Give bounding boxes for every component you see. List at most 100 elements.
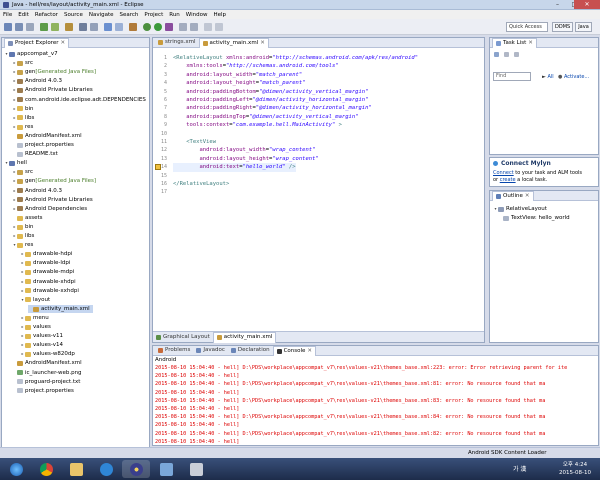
connect-link[interactable]: Connect: [493, 170, 514, 176]
menu-search[interactable]: Search: [120, 12, 139, 18]
open-task-icon[interactable]: [115, 23, 123, 31]
taskbar-app[interactable]: [182, 460, 210, 478]
tree-item[interactable]: ▸ Android Dependencies: [12, 205, 87, 214]
tree-item[interactable]: ▸ drawable-mdpi: [20, 268, 74, 277]
close-icon[interactable]: ✕: [528, 39, 533, 48]
console-output[interactable]: 2015-08-10 15:04:40 - hell] D:\PDS\workp…: [153, 364, 598, 445]
next-annotation-icon[interactable]: [179, 23, 187, 31]
menu-run[interactable]: Run: [169, 12, 180, 18]
tab-activity-main-xml[interactable]: activity_main.xml ✕: [198, 37, 269, 48]
tree-item[interactable]: ▸ drawable-xxhdpi: [20, 287, 78, 296]
menu-navigate[interactable]: Navigate: [89, 12, 114, 18]
close-icon[interactable]: ✕: [60, 39, 65, 48]
tree-item[interactable]: ▸ libs: [12, 232, 34, 241]
menu-project[interactable]: Project: [144, 12, 163, 18]
tree-item[interactable]: ▸ libs: [12, 114, 34, 123]
window-titlebar[interactable]: Java - hell/res/layout/activity_main.xml…: [0, 0, 600, 10]
search-icon[interactable]: [129, 23, 137, 31]
tree-item[interactable]: project.properties: [12, 141, 74, 150]
tree-item[interactable]: ▸ gen [Generated Java Files]: [12, 68, 96, 77]
tree-item[interactable]: project.properties: [12, 387, 74, 396]
tree-item[interactable]: ▸ src: [12, 59, 33, 68]
tab-project-explorer[interactable]: Project Explorer ✕: [4, 37, 70, 48]
categorize-icon[interactable]: [504, 52, 509, 57]
new-android-project-icon[interactable]: [79, 23, 87, 31]
tree-item[interactable]: ▸ src: [12, 168, 33, 177]
avd-manager-icon[interactable]: [51, 23, 59, 31]
back-icon[interactable]: [204, 23, 212, 31]
tree-item[interactable]: ▸ bin: [12, 105, 33, 114]
close-icon[interactable]: ✕: [525, 192, 530, 201]
tree-item[interactable]: ▸ values: [20, 323, 50, 332]
tree-item[interactable]: ▸ Android 4.0.3: [12, 77, 62, 86]
menu-help[interactable]: Help: [213, 12, 226, 18]
tree-item[interactable]: ic_launcher-web.png: [12, 369, 82, 378]
tree-item[interactable]: assets: [12, 214, 43, 223]
tree-item[interactable]: ▸ bin: [12, 223, 33, 232]
tab-xml-source[interactable]: activity_main.xml: [212, 331, 277, 343]
tree-item[interactable]: proguard-project.txt: [12, 378, 80, 387]
create-link[interactable]: create: [500, 177, 516, 183]
save-icon[interactable]: [15, 23, 23, 31]
tree-item[interactable]: ▸ values-v11: [20, 332, 63, 341]
menu-window[interactable]: Window: [186, 12, 208, 18]
tree-item[interactable]: AndroidManifest.xml: [12, 359, 82, 368]
tree-item[interactable]: ▸ values-v14: [20, 341, 63, 350]
tree-item[interactable]: README.txt: [12, 150, 58, 159]
taskbar-chrome[interactable]: [32, 460, 60, 478]
tab-problems[interactable]: Problems: [155, 346, 193, 356]
lint-icon[interactable]: [65, 23, 73, 31]
tab-declaration[interactable]: Declaration: [228, 346, 273, 356]
close-button[interactable]: ✕: [574, 0, 600, 9]
debug-icon[interactable]: [143, 23, 151, 31]
tree-item[interactable]: ▸ com.android.ide.eclipse.adt.DEPENDENCIE…: [12, 96, 145, 105]
taskbar-download[interactable]: [152, 460, 180, 478]
taskbar-clock[interactable]: 오후 4:24 2015-08-10: [555, 461, 595, 477]
tree-item[interactable]: activity_main.xml: [28, 304, 93, 314]
tree-item[interactable]: ▸ Android Private Libraries: [12, 86, 92, 95]
filter-all-link[interactable]: ► All: [542, 74, 554, 80]
quick-access-field[interactable]: Quick Access: [506, 22, 548, 32]
new-icon[interactable]: [4, 23, 12, 31]
minimize-button[interactable]: –: [549, 0, 566, 9]
tree-item[interactable]: ▸ gen [Generated Java Files]: [12, 177, 96, 186]
activate-task-link[interactable]: ● Activate...: [558, 74, 589, 80]
tree-item[interactable]: ▾ appcompat_v7: [4, 50, 57, 59]
tree-item[interactable]: ▸ values-w820dp: [20, 350, 74, 359]
external-tools-icon[interactable]: [165, 23, 173, 31]
tree-item[interactable]: ▸ drawable-hdpi: [20, 250, 72, 259]
menu-source[interactable]: Source: [64, 12, 83, 18]
tab-javadoc[interactable]: Javadoc: [193, 346, 228, 356]
close-icon[interactable]: ✕: [260, 39, 265, 48]
tree-item[interactable]: ▸ menu: [20, 314, 48, 323]
tree-item[interactable]: ▾ layout: [20, 296, 50, 305]
code-area[interactable]: 1 <RelativeLayout xmlns:android="http://s…: [153, 48, 484, 330]
perspective-java[interactable]: Java: [575, 22, 592, 32]
menu-edit[interactable]: Edit: [18, 12, 29, 18]
previous-annotation-icon[interactable]: [190, 23, 198, 31]
tree-item[interactable]: ▸ drawable-ldpi: [20, 259, 70, 268]
taskbar-eclipse[interactable]: [122, 460, 150, 478]
close-icon[interactable]: ✕: [307, 347, 312, 356]
taskbar-ie[interactable]: [92, 460, 120, 478]
android-sdk-icon[interactable]: [40, 23, 48, 31]
open-type-icon[interactable]: [104, 23, 112, 31]
perspective-ddms[interactable]: DDMS: [552, 22, 574, 32]
menu-file[interactable]: File: [3, 12, 12, 18]
new-task-icon[interactable]: [494, 52, 499, 57]
start-button[interactable]: [2, 460, 30, 478]
tree-item[interactable]: ▸ Android 4.0.3: [12, 187, 62, 196]
tab-outline[interactable]: Outline ✕: [492, 190, 534, 201]
tab-console[interactable]: Console ✕: [272, 345, 317, 356]
tab-strings-xml[interactable]: strings.xml: [155, 38, 199, 48]
outline-item[interactable]: TextView: hello_world: [503, 214, 570, 223]
task-find-input[interactable]: Find: [493, 72, 531, 81]
outline-item[interactable]: ▾ RelativeLayout: [493, 205, 546, 214]
forward-icon[interactable]: [215, 23, 223, 31]
tree-item[interactable]: ▸ res: [12, 123, 33, 132]
taskbar-explorer[interactable]: [62, 460, 90, 478]
tab-graphical-layout[interactable]: Graphical Layout: [153, 332, 213, 342]
tree-item[interactable]: ▾ res: [12, 241, 33, 250]
tree-item[interactable]: ▾ hell: [4, 159, 26, 168]
focus-icon[interactable]: [514, 52, 519, 57]
